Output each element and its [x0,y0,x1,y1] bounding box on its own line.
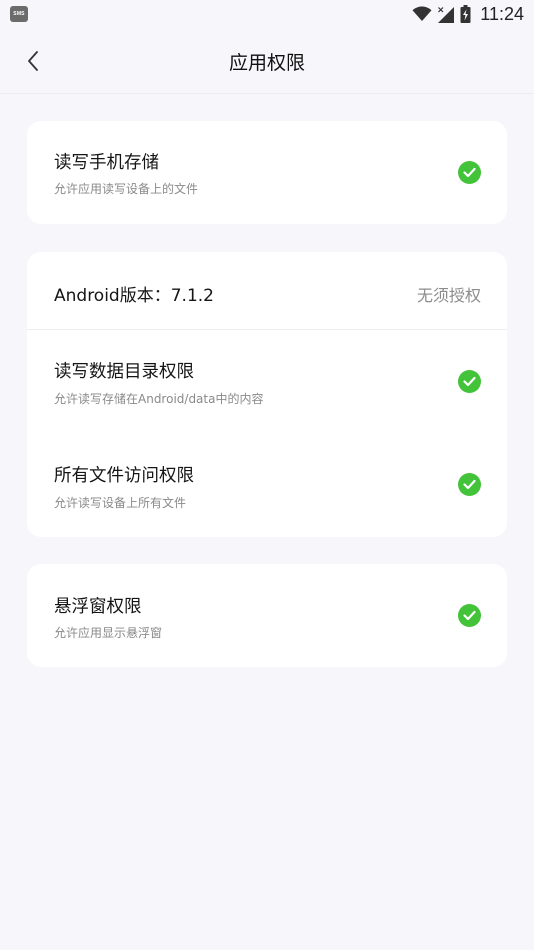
status-bar: SMS 11:24 [0,0,534,28]
data-directory-permission-subtitle: 允许读写存储在Android/data中的内容 [54,392,264,406]
check-circle-icon [458,604,481,627]
all-files-permission-row[interactable]: 所有文件访问权限 允许读写设备上所有文件 [27,434,507,537]
overlay-permission-card: 悬浮窗权限 允许应用显示悬浮窗 [27,564,507,667]
android-permissions-card: Android版本：7.1.2 无须授权 读写数据目录权限 允许读写存储在And… [27,252,507,537]
check-circle-icon [458,161,481,184]
all-files-permission-subtitle: 允许读写设备上所有文件 [54,496,187,510]
check-circle-icon [458,370,481,393]
android-version-row: Android版本：7.1.2 无须授权 [27,252,507,330]
storage-permission-subtitle: 允许应用读写设备上的文件 [54,182,199,196]
data-directory-permission-title: 读写数据目录权限 [54,362,194,382]
cellular-signal-icon [438,6,455,23]
data-directory-permission-row[interactable]: 读写数据目录权限 允许读写存储在Android/data中的内容 [27,330,507,434]
wifi-icon [412,6,432,21]
overlay-permission-subtitle: 允许应用显示悬浮窗 [54,626,163,640]
android-version-label: Android版本：7.1.2 [54,286,214,306]
sms-icon: SMS [10,6,28,22]
all-files-permission-title: 所有文件访问权限 [54,466,194,486]
overlay-permission-title: 悬浮窗权限 [54,597,142,617]
battery-charging-icon [460,5,471,23]
storage-permission-row[interactable]: 读写手机存储 允许应用读写设备上的文件 [27,121,507,224]
storage-permission-title: 读写手机存储 [54,153,159,173]
page-title: 应用权限 [228,52,305,74]
app-header: 应用权限 [0,28,534,94]
storage-permission-card: 读写手机存储 允许应用读写设备上的文件 [27,121,507,224]
check-circle-icon [458,473,481,496]
status-time: 11:24 [480,3,524,24]
android-version-status: 无须授权 [416,286,481,305]
overlay-permission-row[interactable]: 悬浮窗权限 允许应用显示悬浮窗 [27,564,507,667]
